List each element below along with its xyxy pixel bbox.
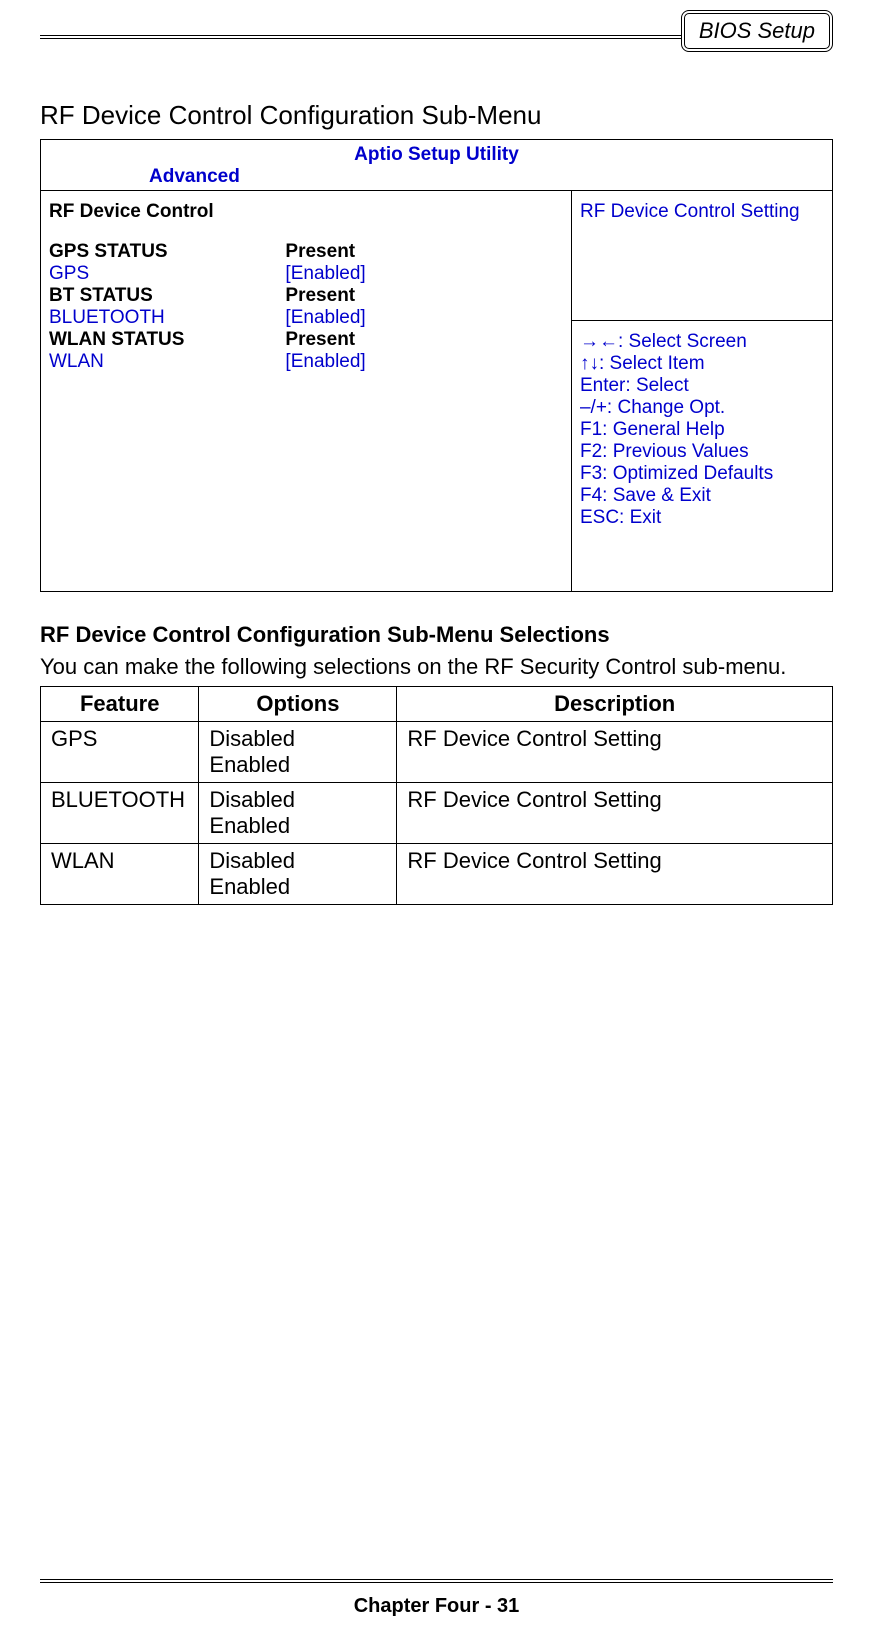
bios-setting-label: WLAN <box>49 351 285 373</box>
bios-key-hint: ESC: Exit <box>580 507 824 529</box>
selections-intro: You can make the following selections on… <box>40 654 833 680</box>
table-row: BLUETOOTHDisabledEnabledRF Device Contro… <box>41 783 833 844</box>
bios-setting-label: BLUETOOTH <box>49 307 285 329</box>
cell-feature: BLUETOOTH <box>41 783 199 844</box>
col-feature: Feature <box>41 687 199 722</box>
bios-key-hint: F4: Save & Exit <box>580 485 824 507</box>
bios-right-pane: RF Device Control Setting →←: Select Scr… <box>571 191 832 591</box>
cell-description: RF Device Control Setting <box>397 783 833 844</box>
bios-key-hint: F1: General Help <box>580 419 824 441</box>
bios-setting-value[interactable]: [Enabled] <box>285 263 563 285</box>
bios-key-hint: ↑↓: Select Item <box>580 353 824 375</box>
bios-setting-value[interactable]: [Enabled] <box>285 307 563 329</box>
cell-feature: WLAN <box>41 844 199 905</box>
bios-setting-value: Present <box>285 329 563 351</box>
bios-setting-value: Present <box>285 241 563 263</box>
bios-setting-row[interactable]: BLUETOOTH[Enabled] <box>49 307 563 329</box>
option-value: Disabled <box>209 787 386 813</box>
bios-help-text: RF Device Control Setting <box>572 191 832 321</box>
option-value: Enabled <box>209 813 386 839</box>
bios-key-hint: –/+: Change Opt. <box>580 397 824 419</box>
table-header-row: Feature Options Description <box>41 687 833 722</box>
table-row: WLANDisabledEnabledRF Device Control Set… <box>41 844 833 905</box>
bios-utility-title: Aptio Setup Utility <box>49 144 824 166</box>
bios-key-hint: Enter: Select <box>580 375 824 397</box>
bios-setting-row: GPS STATUSPresent <box>49 241 563 263</box>
option-value: Enabled <box>209 874 386 900</box>
footer-text: Chapter Four - 31 <box>0 1595 873 1618</box>
col-options: Options <box>199 687 397 722</box>
bios-setting-value: Present <box>285 285 563 307</box>
cell-options: DisabledEnabled <box>199 783 397 844</box>
bios-setting-row: WLAN STATUSPresent <box>49 329 563 351</box>
footer-rule <box>40 1579 833 1583</box>
bios-setting-value[interactable]: [Enabled] <box>285 351 563 373</box>
selections-heading: RF Device Control Configuration Sub-Menu… <box>40 622 833 648</box>
bios-setting-label: WLAN STATUS <box>49 329 285 351</box>
option-value: Disabled <box>209 726 386 752</box>
bios-key-hint: F2: Previous Values <box>580 441 824 463</box>
bios-key-hint: F3: Optimized Defaults <box>580 463 824 485</box>
table-row: GPSDisabledEnabledRF Device Control Sett… <box>41 722 833 783</box>
cell-description: RF Device Control Setting <box>397 722 833 783</box>
cell-description: RF Device Control Setting <box>397 844 833 905</box>
bios-left-pane: RF Device Control GPS STATUSPresentGPS[E… <box>41 191 571 591</box>
bios-setting-row: BT STATUSPresent <box>49 285 563 307</box>
bios-setting-row[interactable]: WLAN[Enabled] <box>49 351 563 373</box>
bios-tab-advanced[interactable]: Advanced <box>49 166 824 188</box>
selections-table: Feature Options Description GPSDisabledE… <box>40 686 833 905</box>
bios-setting-label: GPS STATUS <box>49 241 285 263</box>
cell-feature: GPS <box>41 722 199 783</box>
bios-panel: Aptio Setup Utility Advanced RF Device C… <box>40 139 833 592</box>
bios-key-legend: →←: Select Screen↑↓: Select ItemEnter: S… <box>572 321 832 539</box>
bios-setting-label: BT STATUS <box>49 285 285 307</box>
bios-top-bar: Aptio Setup Utility Advanced <box>41 140 832 191</box>
col-description: Description <box>397 687 833 722</box>
bios-left-heading: RF Device Control <box>49 201 563 223</box>
bios-setting-label: GPS <box>49 263 285 285</box>
page-header: BIOS Setup <box>40 10 833 60</box>
bios-key-hint: →←: Select Screen <box>580 331 824 353</box>
cell-options: DisabledEnabled <box>199 844 397 905</box>
option-value: Disabled <box>209 848 386 874</box>
header-badge: BIOS Setup <box>681 10 833 52</box>
cell-options: DisabledEnabled <box>199 722 397 783</box>
bios-setting-row[interactable]: GPS[Enabled] <box>49 263 563 285</box>
option-value: Enabled <box>209 752 386 778</box>
page-footer: Chapter Four - 31 <box>0 1579 873 1618</box>
section-heading: RF Device Control Configuration Sub-Menu <box>40 100 833 131</box>
